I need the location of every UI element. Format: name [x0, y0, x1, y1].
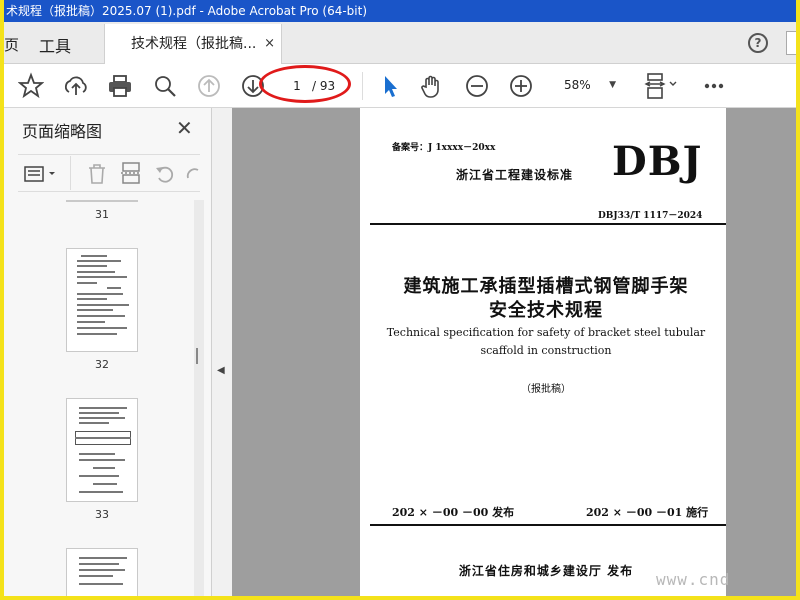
- chevron-down-icon: ▼: [609, 80, 616, 90]
- options-menu-icon[interactable]: [24, 164, 60, 188]
- pdf-page: 备案号：J 1xxxx－20xx DBJ 浙江省工程建设标准 DBJ33/T 1…: [360, 108, 726, 596]
- trash-icon[interactable]: [86, 162, 108, 190]
- thumbnails-panel: 页面缩略图 ✕ 31 32 33: [4, 108, 212, 596]
- thumbnail-page-33[interactable]: [66, 398, 138, 502]
- standard-name: 浙江省工程建设标准: [456, 168, 574, 182]
- panel-title: 页面缩略图: [22, 122, 103, 141]
- thumbnail-label: 32: [95, 358, 109, 371]
- account-icon[interactable]: [786, 31, 796, 55]
- zoom-select[interactable]: 58% ▼: [552, 72, 622, 98]
- search-icon[interactable]: [151, 72, 179, 100]
- english-title-line-1: Technical specification for safety of br…: [386, 326, 706, 339]
- thumbnail-label: 31: [95, 208, 109, 221]
- collapse-left-icon[interactable]: ◀: [217, 365, 225, 376]
- zoom-in-icon[interactable]: [507, 72, 535, 100]
- page-up-icon[interactable]: [195, 72, 223, 100]
- watermark: www.cnd: [656, 570, 731, 589]
- tool-divider: [70, 156, 71, 190]
- hand-icon[interactable]: [418, 72, 446, 100]
- implement-date: 202 × －00 －01 施行: [586, 506, 709, 519]
- thumbnail-scrollbar[interactable]: [194, 200, 204, 596]
- extract-icon[interactable]: [120, 161, 142, 189]
- window-title: 术规程（报批稿）2025.07 (1).pdf - Adobe Acrobat …: [6, 4, 368, 18]
- panel-collapse-strip[interactable]: [212, 108, 232, 596]
- thumbnail-page-34[interactable]: [66, 548, 138, 596]
- more-icon[interactable]: [702, 72, 726, 100]
- record-number: 备案号：J 1xxxx－20xx: [392, 143, 496, 153]
- zoom-value: 58%: [564, 78, 591, 92]
- thumbnail-label: 33: [95, 508, 109, 521]
- fit-page-icon[interactable]: [644, 72, 680, 100]
- tab-bar: 页 工具 技术规程（报批稿... × ?: [4, 22, 796, 64]
- issue-date: 202 × －00 －00 发布: [392, 506, 515, 519]
- scrollbar-grip[interactable]: [196, 348, 198, 364]
- english-title-line-2: scaffold in construction: [480, 344, 612, 357]
- tab-tools[interactable]: 工具: [39, 33, 71, 57]
- thumbnail-toolbar: [18, 154, 200, 192]
- tab-document[interactable]: 技术规程（报批稿... ×: [104, 24, 282, 64]
- footer-rule: [370, 524, 726, 526]
- star-icon[interactable]: [18, 72, 44, 100]
- tab-home-partial[interactable]: 页: [4, 34, 19, 55]
- main-toolbar: 1 / 93 58% ▼: [4, 64, 796, 108]
- standard-brand: DBJ: [612, 138, 703, 185]
- thumbnail-page-32[interactable]: [66, 248, 138, 352]
- select-cursor-icon[interactable]: [378, 72, 402, 100]
- annotation-ellipse: [259, 65, 351, 103]
- redo-icon[interactable]: [184, 162, 200, 190]
- title-bar: 术规程（报批稿）2025.07 (1).pdf - Adobe Acrobat …: [4, 0, 796, 22]
- header-rule: [370, 223, 726, 225]
- help-icon[interactable]: ?: [748, 33, 768, 53]
- standard-code: DBJ33/T 1117－2024: [598, 211, 703, 221]
- draft-note: （报批稿）: [521, 384, 571, 395]
- upload-icon[interactable]: [62, 72, 90, 100]
- title-line-2: 安全技术规程: [489, 300, 603, 321]
- undo-icon[interactable]: [154, 162, 176, 190]
- toolbar-divider: [362, 72, 363, 100]
- print-icon[interactable]: [106, 72, 134, 100]
- tab-document-label: 技术规程（报批稿...: [131, 36, 257, 52]
- zoom-out-icon[interactable]: [463, 72, 491, 100]
- acrobat-window: 术规程（报批稿）2025.07 (1).pdf - Adobe Acrobat …: [4, 0, 796, 596]
- thumbnail-31-edge: [66, 200, 138, 202]
- panel-close-button[interactable]: ✕: [176, 116, 193, 140]
- title-line-1: 建筑施工承插型插槽式钢管脚手架: [403, 276, 689, 297]
- tab-close-button[interactable]: ×: [264, 24, 275, 64]
